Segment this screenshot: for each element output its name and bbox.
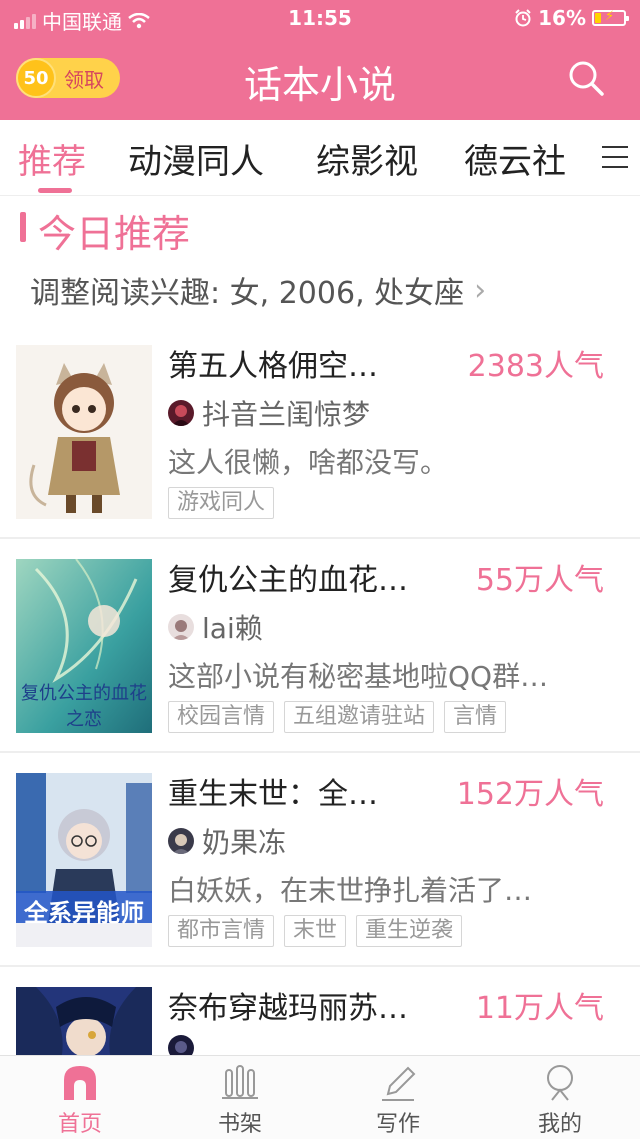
book-cover: 复仇公主的血花之恋 [16,559,152,733]
nav-label: 书架 [217,1112,262,1137]
popularity-count: 2383人气 [467,349,604,384]
book-description: 这人很懒，啥都没写。 [168,446,449,479]
tag[interactable]: 游戏同人 [168,487,275,519]
active-tab-indicator [38,188,72,193]
tag[interactable]: 末世 [284,915,347,947]
author-name: 抖音兰闺惊梦 [202,398,371,431]
alarm-icon [515,9,531,27]
book-cover [16,345,152,519]
battery-percent: 16% [538,6,586,30]
tab-recommend[interactable]: 推荐 [18,134,86,183]
popularity-count: 55万人气 [475,563,604,598]
list-item[interactable]: 复仇公主的血花之恋 复仇公主的血花… 55万人气 lai赖 这部小说有秘密基地啦… [0,539,640,753]
bottom-navigation: 首页 书架 写作 我的 [0,1055,640,1139]
popularity-count: 11万人气 [475,991,604,1026]
avatar [168,614,194,640]
author-line: 抖音兰闺惊梦 [168,393,370,433]
status-right: 16% ⚡ [514,6,629,30]
section-title: 今日推荐 [38,212,191,256]
list-item[interactable]: 全系异能师 重生末世：全… 152万人气 奶果冻 白妖妖，在末世挣扎着活了… 都… [0,753,640,967]
reading-interest-text: 调整阅读兴趣: 女, 2006, 处女座 [30,276,465,311]
tag[interactable]: 五组邀请驻站 [284,701,435,733]
nav-home[interactable]: 首页 [20,1062,140,1138]
pen-icon [382,1066,416,1101]
menu-icon[interactable] [602,146,628,170]
section-accent-bar [20,212,26,242]
avatar [168,828,194,854]
book-title: 奈布穿越玛丽苏… [168,991,408,1026]
author-name: lai赖 [202,612,263,645]
cover-caption: 复仇公主的血花之恋 [21,683,147,730]
list-item[interactable]: 第五人格佣空… 2383人气 抖音兰闺惊梦 这人很懒，啥都没写。 游戏同人 [0,325,640,539]
category-tabs: 推荐 动漫同人 综影视 德云社 [0,120,640,196]
tag-list: 都市言情 末世 重生逆袭 [168,915,463,947]
home-icon [64,1066,96,1100]
tab-deyunshe[interactable]: 德云社 [464,134,566,183]
nav-label: 我的 [537,1112,582,1137]
book-description: 白妖妖，在末世挣扎着活了… [168,874,533,907]
cover-caption: 全系异能师 [24,899,144,927]
tag[interactable]: 言情 [444,701,507,733]
avatar [168,400,194,426]
book-title: 复仇公主的血花… [168,563,408,598]
book-title: 第五人格佣空… [168,349,378,384]
tag[interactable]: 重生逆袭 [356,915,463,947]
tab-anime-fanfic[interactable]: 动漫同人 [128,134,264,183]
tag-list: 校园言情 五组邀请驻站 言情 [168,701,507,733]
book-description: 这部小说有秘密基地啦QQ群… [168,660,549,693]
author-name: 奶果冻 [202,826,287,859]
reading-interest-link[interactable]: 调整阅读兴趣: 女, 2006, 处女座 › [30,268,486,312]
profile-icon [547,1065,573,1101]
app-header: 50 领取 话本小说 [0,40,640,120]
tab-film-tv[interactable]: 综影视 [316,134,418,183]
battery-icon: ⚡ [592,9,629,26]
bookshelf-icon [222,1065,258,1099]
status-bar: 中国联通 11:55 16% ⚡ [0,0,640,36]
nav-profile[interactable]: 我的 [500,1062,620,1138]
tag[interactable]: 校园言情 [168,701,275,733]
popularity-count: 152万人气 [456,777,604,812]
book-cover: 全系异能师 [16,773,152,947]
app-title: 话本小说 [243,63,396,107]
nav-write[interactable]: 写作 [338,1062,458,1138]
nav-bookshelf[interactable]: 书架 [180,1062,300,1138]
nav-label: 首页 [57,1112,102,1137]
author-line: 奶果冻 [168,821,286,861]
tag[interactable]: 都市言情 [168,915,275,947]
search-icon[interactable] [566,58,606,98]
nav-label: 写作 [375,1112,420,1137]
chevron-right-icon: › [474,272,487,308]
author-line: lai赖 [168,607,263,647]
book-title: 重生末世：全… [168,777,378,812]
tag-list: 游戏同人 [168,487,275,519]
